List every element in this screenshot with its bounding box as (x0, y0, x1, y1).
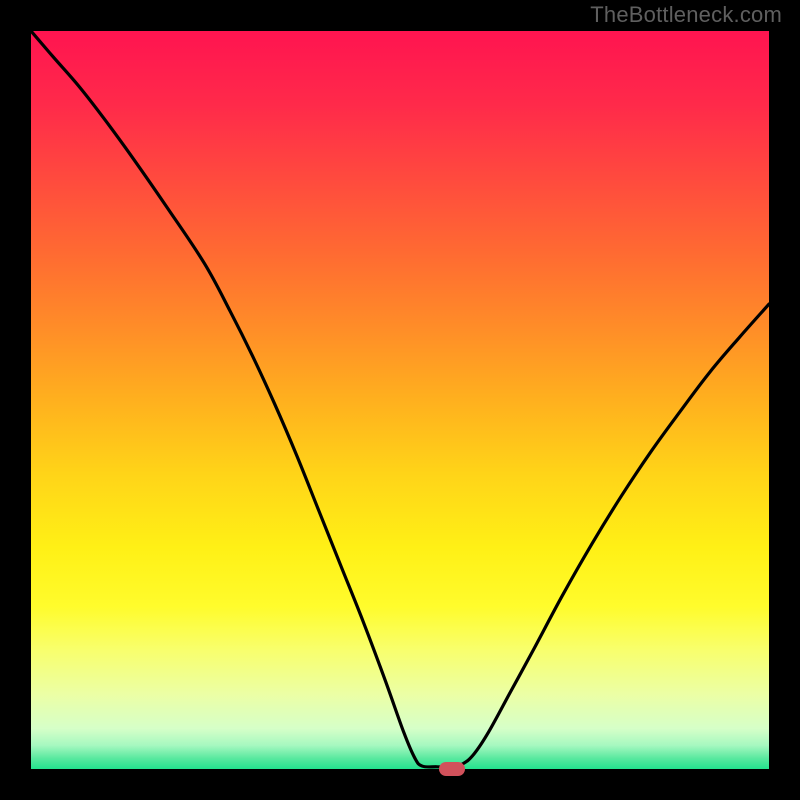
optimal-point-marker (439, 762, 465, 776)
attribution-label: TheBottleneck.com (590, 2, 782, 28)
plot-area (31, 31, 769, 769)
bottleneck-curve (31, 31, 769, 769)
chart-frame: TheBottleneck.com (0, 0, 800, 800)
